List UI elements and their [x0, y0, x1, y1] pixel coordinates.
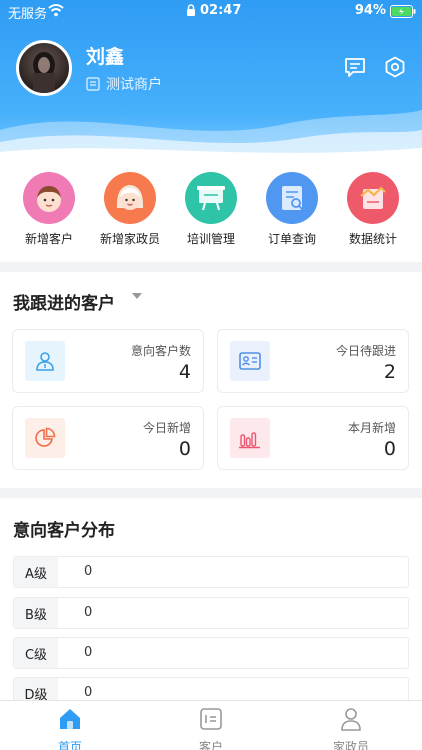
stat-value: 4 [178, 361, 191, 383]
intent-distribution-section: 意向客户分布 A级 0 B级 0 C级 0 D级 0 [0, 498, 422, 709]
shortcut-grid: 新增客户 新增家政员 培训管理 订单查询 数据统计 [0, 158, 422, 262]
carrier-label: 无服务 [8, 7, 48, 22]
stat-value: 0 [383, 438, 396, 460]
shortcut-data-stats[interactable]: 数据统计 [333, 172, 413, 247]
stat-label: 本月新增 [347, 421, 396, 435]
customers-icon [200, 708, 222, 730]
stat-label: 今日待跟进 [335, 344, 396, 358]
stat-value: 0 [178, 438, 191, 460]
grade-row: A级 0 [13, 556, 409, 588]
shortcut-label: 新增客户 [24, 232, 73, 246]
stat-todays-followups[interactable]: 今日待跟进 2 [217, 329, 409, 393]
merchant-name: 测试商户 [106, 77, 162, 93]
shortcut-order-search[interactable]: 订单查询 [252, 172, 332, 247]
tab-home[interactable]: 首页 [30, 706, 110, 750]
grade-label: C级 [14, 638, 58, 668]
pie-chart-icon [25, 418, 65, 458]
header: 无服务 02:47 94% 刘鑫 测试商户 [0, 0, 422, 160]
store-icon [86, 77, 100, 91]
add-housekeeper-icon [104, 172, 156, 224]
battery-percent: 94% [354, 3, 386, 18]
order-search-icon [266, 172, 318, 224]
shortcut-label: 数据统计 [348, 232, 397, 246]
battery-icon [390, 5, 416, 18]
grade-row: C级 0 [13, 637, 409, 669]
id-card-icon [230, 341, 270, 381]
grade-value: 0 [84, 564, 93, 579]
grade-value: 0 [84, 645, 93, 660]
home-icon [60, 709, 80, 729]
add-customer-icon [23, 172, 75, 224]
shortcut-training[interactable]: 培训管理 [171, 172, 251, 247]
tab-label: 首页 [57, 740, 82, 750]
status-bar: 无服务 02:47 94% [0, 0, 422, 24]
tab-bar: 首页 客户 家政员 [0, 700, 422, 750]
shortcut-add-housekeeper[interactable]: 新增家政员 [90, 172, 170, 247]
wifi-icon [48, 4, 64, 17]
username: 刘鑫 [86, 46, 125, 68]
header-wave [0, 110, 422, 160]
distribution-title: 意向客户分布 [13, 521, 115, 541]
shortcut-add-customer[interactable]: 新增客户 [9, 172, 89, 247]
training-board-icon [185, 172, 237, 224]
stat-value: 2 [383, 361, 396, 383]
grade-label: B级 [14, 598, 58, 628]
tab-customers[interactable]: 客户 [171, 706, 251, 750]
stat-label: 今日新增 [142, 421, 191, 435]
stat-month-new[interactable]: 本月新增 0 [217, 406, 409, 470]
tab-label: 客户 [198, 740, 223, 750]
stat-today-new[interactable]: 今日新增 0 [12, 406, 204, 470]
my-customers-section: 我跟进的客户 意向客户数 4 今日待跟进 2 今日新增 0 本月新增 0 [0, 272, 422, 488]
avatar[interactable] [16, 40, 72, 96]
settings-icon[interactable] [384, 56, 406, 78]
shortcut-label: 新增家政员 [99, 232, 160, 246]
tab-label: 家政员 [332, 740, 369, 750]
message-icon[interactable] [344, 56, 366, 78]
clock: 02:47 [200, 3, 242, 18]
dropdown-caret-icon[interactable] [132, 293, 142, 299]
person-icon [25, 341, 65, 381]
my-customers-title[interactable]: 我跟进的客户 [13, 289, 115, 314]
data-stats-icon [347, 172, 399, 224]
housekeeper-icon [341, 708, 361, 731]
grade-label: A级 [14, 557, 58, 587]
lock-icon [187, 4, 195, 16]
grade-value: 0 [84, 605, 93, 620]
stat-label: 意向客户数 [130, 344, 191, 358]
grade-row: B级 0 [13, 597, 409, 629]
tab-housekeepers[interactable]: 家政员 [311, 706, 391, 750]
grade-value: 0 [84, 685, 93, 700]
merchant-row: 测试商户 [86, 74, 162, 94]
bar-chart-icon [230, 418, 270, 458]
shortcut-label: 订单查询 [267, 232, 316, 246]
stat-intent-customers[interactable]: 意向客户数 4 [12, 329, 204, 393]
shortcut-label: 培训管理 [186, 232, 235, 246]
